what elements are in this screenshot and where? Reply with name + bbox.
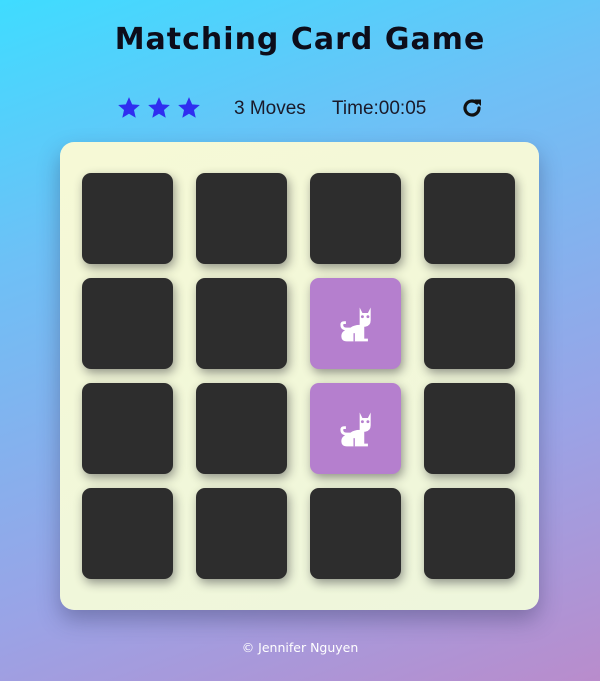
moves-counter: 3 Moves: [234, 98, 306, 119]
card[interactable]: [310, 488, 401, 579]
card[interactable]: [310, 278, 401, 369]
card[interactable]: [424, 488, 515, 579]
card[interactable]: [82, 173, 173, 264]
timer-display: Time:00:05: [332, 98, 427, 119]
card[interactable]: [82, 488, 173, 579]
star-icon: [178, 97, 200, 118]
card[interactable]: [424, 278, 515, 369]
card[interactable]: [424, 173, 515, 264]
card[interactable]: [424, 383, 515, 474]
star-rating: [116, 95, 202, 121]
card[interactable]: [196, 383, 287, 474]
star-icon: [148, 97, 170, 118]
card[interactable]: [310, 383, 401, 474]
card[interactable]: [196, 173, 287, 264]
score-panel: 3 Moves Time:00:05: [0, 95, 600, 125]
card[interactable]: [82, 278, 173, 369]
cat-icon: [339, 412, 371, 446]
footer-credit: © Jennifer Nguyen: [241, 640, 359, 655]
card[interactable]: [310, 173, 401, 264]
page-title: Matching Card Game: [114, 22, 486, 57]
card[interactable]: [82, 383, 173, 474]
star-icon: [118, 97, 140, 118]
card[interactable]: [196, 488, 287, 579]
redo-icon[interactable]: [460, 96, 484, 120]
cat-icon: [339, 307, 371, 341]
card[interactable]: [196, 278, 287, 369]
card-deck: [60, 142, 539, 610]
